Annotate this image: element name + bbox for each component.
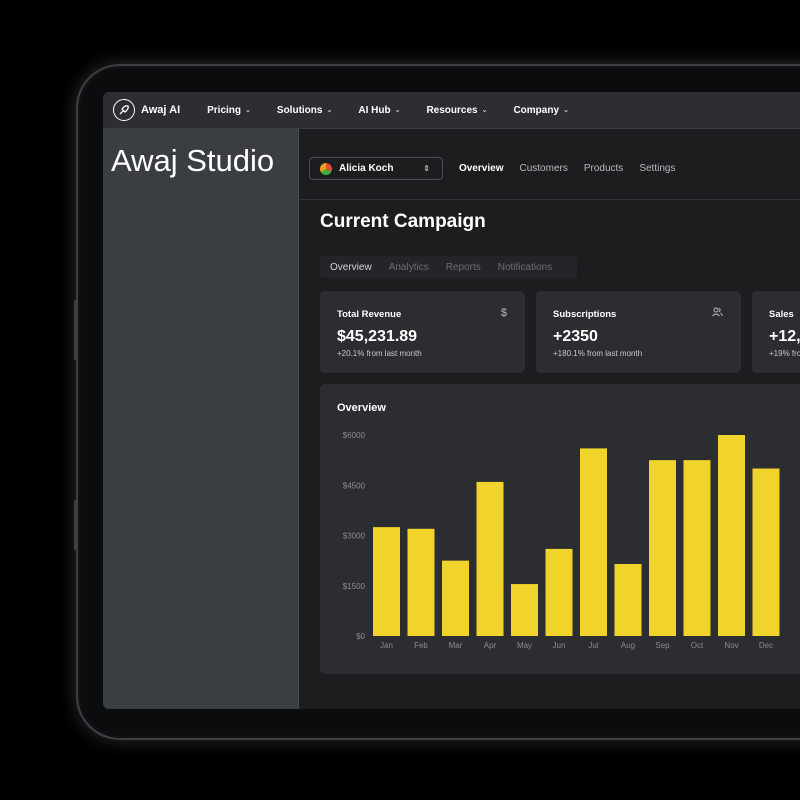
nav-item-company[interactable]: Company ⌄ (513, 105, 568, 116)
brand[interactable]: Awaj AI (113, 99, 180, 121)
stat-card-sales: Sales +12,234 +19% from last month (752, 291, 800, 373)
overview-chart-card: Overview $0 $1500 $3000 $4500 $6000 Jan Feb Mar… (320, 384, 800, 674)
bar-dec (752, 468, 780, 636)
bar-jul (580, 448, 607, 636)
avatar (320, 162, 332, 175)
card-title: Sales (769, 309, 794, 320)
card-subtext: +180.1% from last month (553, 349, 643, 358)
x-tick-label: Jun (553, 641, 566, 650)
chevron-down-icon: ⌄ (326, 107, 333, 114)
bar-oct (683, 460, 711, 636)
y-tick-label: $4500 (343, 481, 366, 490)
sidebar-title: Awaj Studio (111, 143, 275, 178)
tab-settings[interactable]: Settings (639, 163, 675, 174)
y-tick-label: $6000 (343, 431, 366, 440)
card-subtext: +19% from last month (769, 349, 800, 358)
tab-analytics[interactable]: Analytics (389, 262, 429, 273)
chevron-down-icon: ⌄ (245, 107, 251, 114)
bar-jan (373, 527, 400, 636)
card-value: $45,231.89 (337, 328, 418, 345)
main-content: Alicia Koch ⇕ Overview Customers Product… (299, 129, 800, 709)
x-tick-label: Apr (484, 641, 497, 650)
x-tick-label: Feb (414, 641, 428, 650)
y-tick-label: $0 (356, 632, 365, 641)
x-tick-label: Mar (449, 641, 463, 650)
x-tick-label: Dec (759, 641, 773, 650)
nav-item-label: AI Hub (358, 104, 391, 116)
rocket-icon (113, 99, 135, 121)
bar-nov (718, 435, 745, 636)
bar-may (511, 584, 538, 636)
nav-item-label: Pricing (207, 104, 242, 116)
page-title: Current Campaign (320, 211, 486, 232)
card-title: Total Revenue (337, 309, 402, 320)
tab-overview[interactable]: Overview (330, 262, 372, 273)
stat-card-subscriptions: Subscriptions +2350 +180.1% from last mo… (536, 291, 741, 373)
tab-customers[interactable]: Customers (519, 163, 567, 174)
bar-feb (407, 528, 435, 636)
tab-overview[interactable]: Overview (459, 163, 503, 174)
bar-sep (649, 460, 676, 636)
bar-aug (614, 563, 642, 636)
tab-notifications[interactable]: Notifications (498, 262, 552, 273)
nav-item-solutions[interactable]: Solutions ⌄ (277, 105, 332, 116)
overview-bar-chart: $0 $1500 $3000 $4500 $6000 Jan Feb Mar Apr May Jun… (343, 431, 780, 650)
nav-item-label: Solutions (276, 104, 323, 116)
card-value: +2350 (553, 328, 598, 345)
x-tick-label: Sep (655, 641, 670, 650)
campaign-tabs: Overview Analytics Reports Notifications (320, 256, 578, 278)
chevron-down-icon: ⌄ (563, 107, 569, 114)
users-icon (712, 307, 723, 320)
x-tick-label: Oct (691, 641, 704, 650)
bar-mar (442, 560, 469, 636)
bar-jun (545, 548, 573, 636)
nav-item-ai-hub[interactable]: AI Hub ⌄ (358, 105, 400, 116)
x-tick-label: Jul (588, 641, 598, 650)
device-side-button (74, 500, 77, 550)
nav-item-label: Company (513, 104, 560, 116)
nav-item-pricing[interactable]: Pricing ⌄ (207, 105, 251, 116)
x-tick-label: May (517, 641, 532, 650)
tab-products[interactable]: Products (584, 163, 623, 174)
account-switcher[interactable]: Alicia Koch ⇕ (309, 157, 443, 180)
nav-item-resources[interactable]: Resources ⌄ (426, 105, 487, 116)
y-tick-label: $1500 (343, 582, 366, 591)
sidebar: Awaj Studio (103, 129, 299, 709)
chevron-down-icon: ⌄ (481, 107, 488, 114)
chevron-up-down-icon: ⇕ (423, 164, 430, 173)
dollar-icon: $ (500, 307, 507, 319)
app-screen: Awaj AI Pricing ⌄ Solutions ⌄ AI Hub ⌄ Reso… (103, 92, 800, 709)
card-value: +12,234 (769, 328, 800, 345)
y-tick-label: $3000 (343, 532, 366, 541)
account-name: Alicia Koch (339, 163, 394, 174)
card-title: Subscriptions (553, 309, 617, 320)
dashboard-nav: Overview Customers Products Settings (459, 163, 691, 174)
dashboard-header: Alicia Koch ⇕ Overview Customers Product… (299, 129, 800, 200)
nav-menu: Pricing ⌄ Solutions ⌄ AI Hub ⌄ Resources ⌄ C… (207, 105, 595, 116)
brand-name: Awaj AI (141, 104, 181, 116)
x-tick-label: Nov (724, 641, 738, 650)
chevron-down-icon: ⌄ (394, 107, 401, 114)
bar-apr (476, 481, 504, 636)
x-tick-label: Aug (621, 641, 635, 650)
nav-item-label: Resources (426, 104, 478, 116)
stat-card-total-revenue: Total Revenue $ $45,231.89 +20.1% from l… (320, 291, 525, 373)
card-subtext: +20.1% from last month (337, 349, 422, 358)
tab-reports[interactable]: Reports (446, 262, 481, 273)
top-navigation: Awaj AI Pricing ⌄ Solutions ⌄ AI Hub ⌄ Reso… (103, 92, 800, 129)
x-tick-label: Jan (380, 641, 393, 650)
device-side-button (74, 300, 77, 360)
